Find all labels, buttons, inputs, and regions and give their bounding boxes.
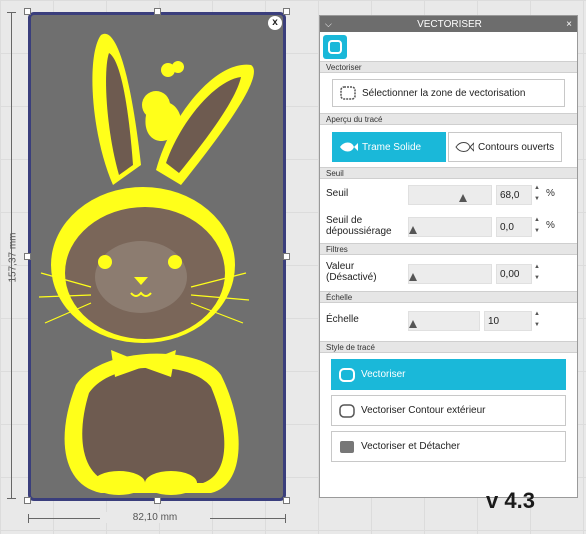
close-icon[interactable]: ×: [560, 19, 572, 30]
depoussierage-label-line2: dépoussiérage: [326, 226, 392, 237]
resize-handle-mr[interactable]: [283, 253, 290, 260]
vectoriser-contour-label: Vectoriser Contour extérieur: [361, 405, 486, 416]
height-dimension-cap-bottom: [7, 498, 16, 499]
spin-arrows-icon[interactable]: ▲ ▼: [534, 215, 540, 237]
resize-handle-br[interactable]: [283, 497, 290, 504]
selection-icon: [338, 85, 358, 101]
depoussierage-value[interactable]: 0,0: [496, 217, 532, 237]
spin-arrows-icon[interactable]: ▲ ▼: [534, 309, 540, 331]
filtre-label-line2: (Désactivé): [326, 272, 377, 283]
spin-arrows-icon[interactable]: ▲ ▼: [534, 183, 540, 205]
resize-handle-ml[interactable]: [24, 253, 31, 260]
seuil-label: Seuil: [326, 188, 349, 199]
echelle-slider[interactable]: [408, 311, 480, 331]
width-dimension-label: 82,10 mm: [100, 512, 210, 523]
depoussierage-slider[interactable]: [408, 217, 492, 237]
select-zone-button[interactable]: Sélectionner la zone de vectorisation: [332, 79, 565, 107]
solid-fill-label: Trame Solide: [362, 141, 422, 153]
seuil-slider[interactable]: [408, 185, 492, 205]
spin-arrows-icon[interactable]: ▲ ▼: [534, 262, 540, 284]
section-style: Style de tracé: [320, 341, 577, 353]
trace-style-icon: [337, 367, 357, 383]
depoussierage-row: Seuil de dépoussiérage 0,0 ▲ ▼ %: [320, 209, 577, 243]
image-selection[interactable]: [28, 12, 286, 501]
filtre-slider-thumb[interactable]: [409, 273, 417, 281]
filtre-slider[interactable]: [408, 264, 492, 284]
solid-fill-button[interactable]: Trame Solide: [332, 132, 446, 162]
seuil-value[interactable]: 68,0: [496, 185, 532, 205]
panel-title: VECTORISER: [417, 18, 482, 30]
vectoriser-panel: ⌵ VECTORISER × Vectoriser Sélectionner l…: [319, 15, 578, 498]
open-paths-label: Contours ouverts: [478, 141, 555, 153]
resize-handle-tl[interactable]: [24, 8, 31, 15]
echelle-value[interactable]: 10: [484, 311, 532, 331]
resize-handle-tc[interactable]: [154, 8, 161, 15]
vectoriser-detacher-button[interactable]: Vectoriser et Détacher: [331, 431, 566, 462]
filtre-label-line1: Valeur: [326, 261, 355, 272]
filtre-value[interactable]: 0,00: [496, 264, 532, 284]
seuil-unit: %: [546, 188, 555, 199]
trace-outline-icon: [337, 403, 357, 419]
depoussierage-label: Seuil de dépoussiérage: [326, 215, 392, 237]
select-zone-label: Sélectionner la zone de vectorisation: [362, 87, 526, 99]
height-dimension-label: 157,37 mm: [7, 232, 19, 283]
echelle-row: Échelle 10 ▲ ▼: [320, 303, 577, 341]
vectoriser-detacher-label: Vectoriser et Détacher: [361, 441, 460, 452]
trace-tab-icon[interactable]: [323, 35, 347, 59]
vectoriser-button[interactable]: Vectoriser: [331, 359, 566, 390]
section-apercu: Aperçu du tracé: [320, 113, 577, 125]
section-vectoriser: Vectoriser: [320, 61, 577, 73]
bunny-image: [38, 33, 254, 495]
width-dimension-cap-left: [28, 514, 29, 523]
seuil-row: Seuil 68,0 ▲ ▼ %: [320, 179, 577, 209]
section-echelle: Échelle: [320, 291, 577, 303]
version-label: v 4.3: [486, 488, 535, 513]
resize-handle-bl[interactable]: [24, 497, 31, 504]
fish-solid-icon: [338, 139, 358, 155]
depoussierage-slider-thumb[interactable]: [409, 226, 417, 234]
width-dimension-cap-right: [285, 514, 286, 523]
filtre-label: Valeur (Désactivé): [326, 261, 377, 283]
vectoriser-label: Vectoriser: [361, 369, 406, 380]
delete-selection-icon[interactable]: x: [268, 16, 282, 30]
filtre-row: Valeur (Désactivé) 0,00 ▲ ▼: [320, 255, 577, 291]
resize-handle-bc[interactable]: [154, 497, 161, 504]
fish-outline-icon: [454, 139, 474, 155]
section-filtres: Filtres: [320, 243, 577, 255]
section-seuil: Seuil: [320, 167, 577, 179]
seuil-slider-thumb[interactable]: [459, 194, 468, 202]
echelle-label: Échelle: [326, 314, 359, 325]
echelle-slider-thumb[interactable]: [409, 320, 417, 328]
depoussierage-unit: %: [546, 220, 555, 231]
vectoriser-contour-button[interactable]: Vectoriser Contour extérieur: [331, 395, 566, 426]
panel-tabs: [320, 32, 577, 61]
trace-detach-icon: [337, 439, 357, 455]
depoussierage-label-line1: Seuil de: [326, 215, 363, 226]
height-dimension-cap-top: [7, 12, 16, 13]
panel-title-bar: ⌵ VECTORISER ×: [320, 16, 577, 32]
resize-handle-tr[interactable]: [283, 8, 290, 15]
open-paths-button[interactable]: Contours ouverts: [448, 132, 562, 162]
collapse-chevron-icon[interactable]: ⌵: [325, 19, 339, 30]
